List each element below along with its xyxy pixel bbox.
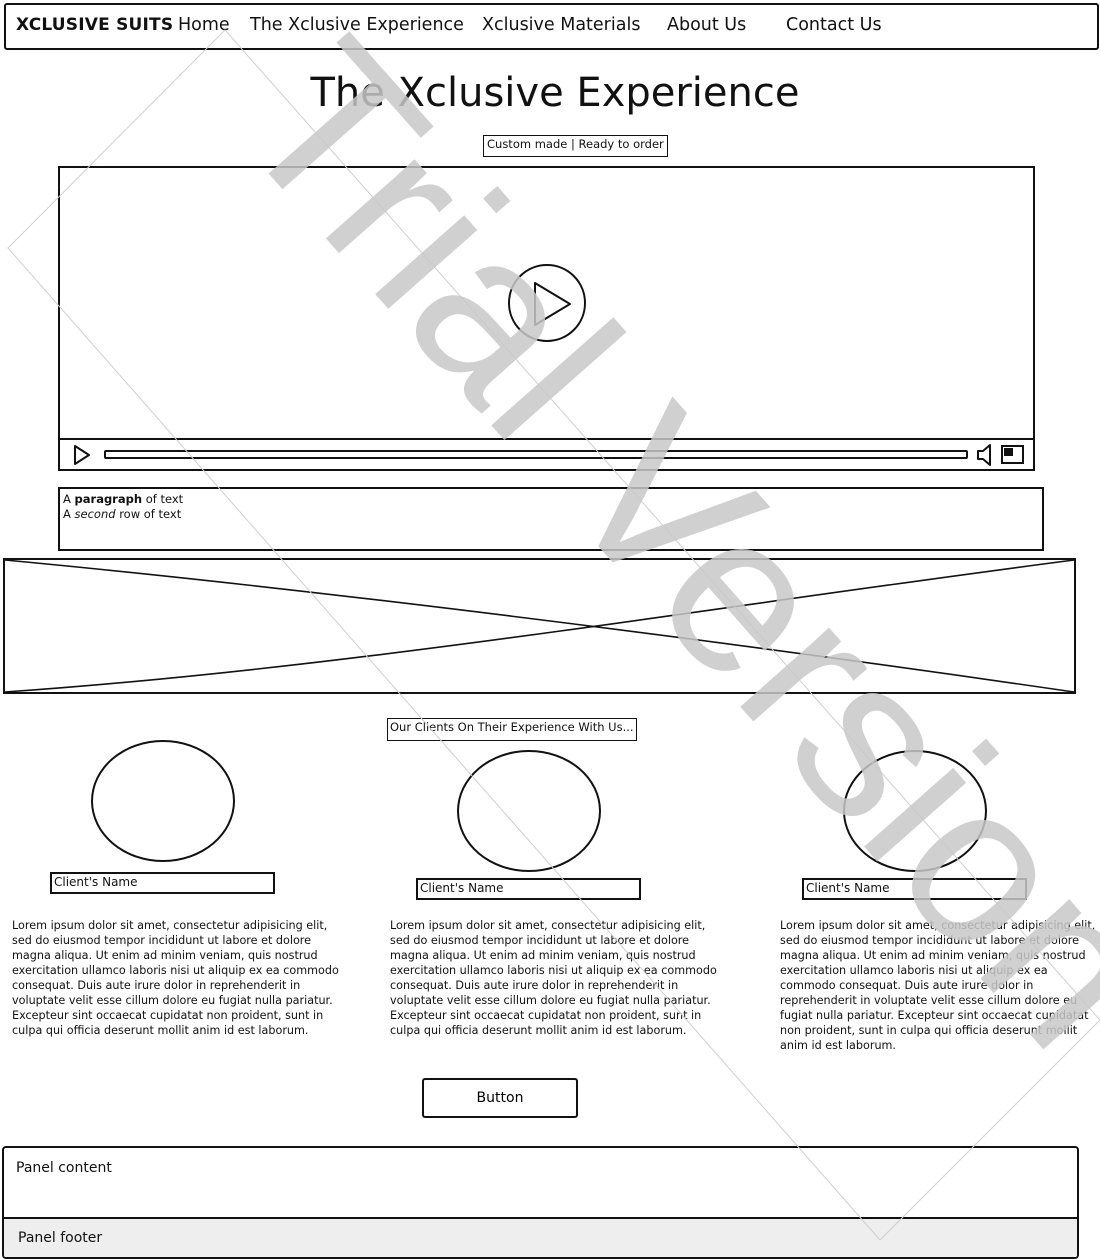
nav-link-contact[interactable]: Contact Us bbox=[786, 15, 882, 35]
paragraph-text: A paragraph of text A second row of text bbox=[58, 487, 1044, 551]
client-testimonial: Lorem ipsum dolor sit amet, consectetur … bbox=[390, 919, 717, 1037]
panel-footer: Panel footer bbox=[4, 1217, 1077, 1257]
primary-button[interactable]: Button bbox=[422, 1078, 578, 1118]
subtitle-label: Custom made | Ready to order bbox=[483, 135, 668, 157]
volume-icon[interactable] bbox=[975, 443, 995, 467]
client-avatar bbox=[457, 750, 601, 872]
page-title: The Xclusive Experience bbox=[310, 70, 800, 116]
clients-heading: Our Clients On Their Experience With Us.… bbox=[387, 718, 637, 741]
play-icon[interactable] bbox=[506, 262, 588, 344]
panel: Panel content Panel footer bbox=[2, 1146, 1079, 1259]
client-testimonial: Lorem ipsum dolor sit amet, consectetur … bbox=[780, 919, 1096, 1052]
nav-link-about[interactable]: About Us bbox=[667, 15, 746, 35]
nav-link-home[interactable]: Home bbox=[178, 15, 230, 35]
client-avatar bbox=[91, 740, 235, 862]
image-placeholder bbox=[3, 558, 1076, 694]
play-icon[interactable] bbox=[72, 445, 92, 465]
client-testimonial: Lorem ipsum dolor sit amet, consectetur … bbox=[12, 919, 339, 1037]
progress-track[interactable] bbox=[104, 450, 968, 459]
client-avatar bbox=[843, 750, 987, 872]
nav-link-experience[interactable]: The Xclusive Experience bbox=[250, 15, 464, 35]
brand-logo[interactable]: XCLUSIVE SUITS bbox=[16, 15, 173, 35]
client-name: Client's Name bbox=[416, 878, 641, 900]
panel-content: Panel content bbox=[16, 1160, 112, 1176]
nav-link-materials[interactable]: Xclusive Materials bbox=[482, 15, 640, 35]
fullscreen-icon[interactable] bbox=[1000, 443, 1026, 467]
client-name: Client's Name bbox=[50, 872, 275, 894]
client-name: Client's Name bbox=[802, 878, 1027, 900]
